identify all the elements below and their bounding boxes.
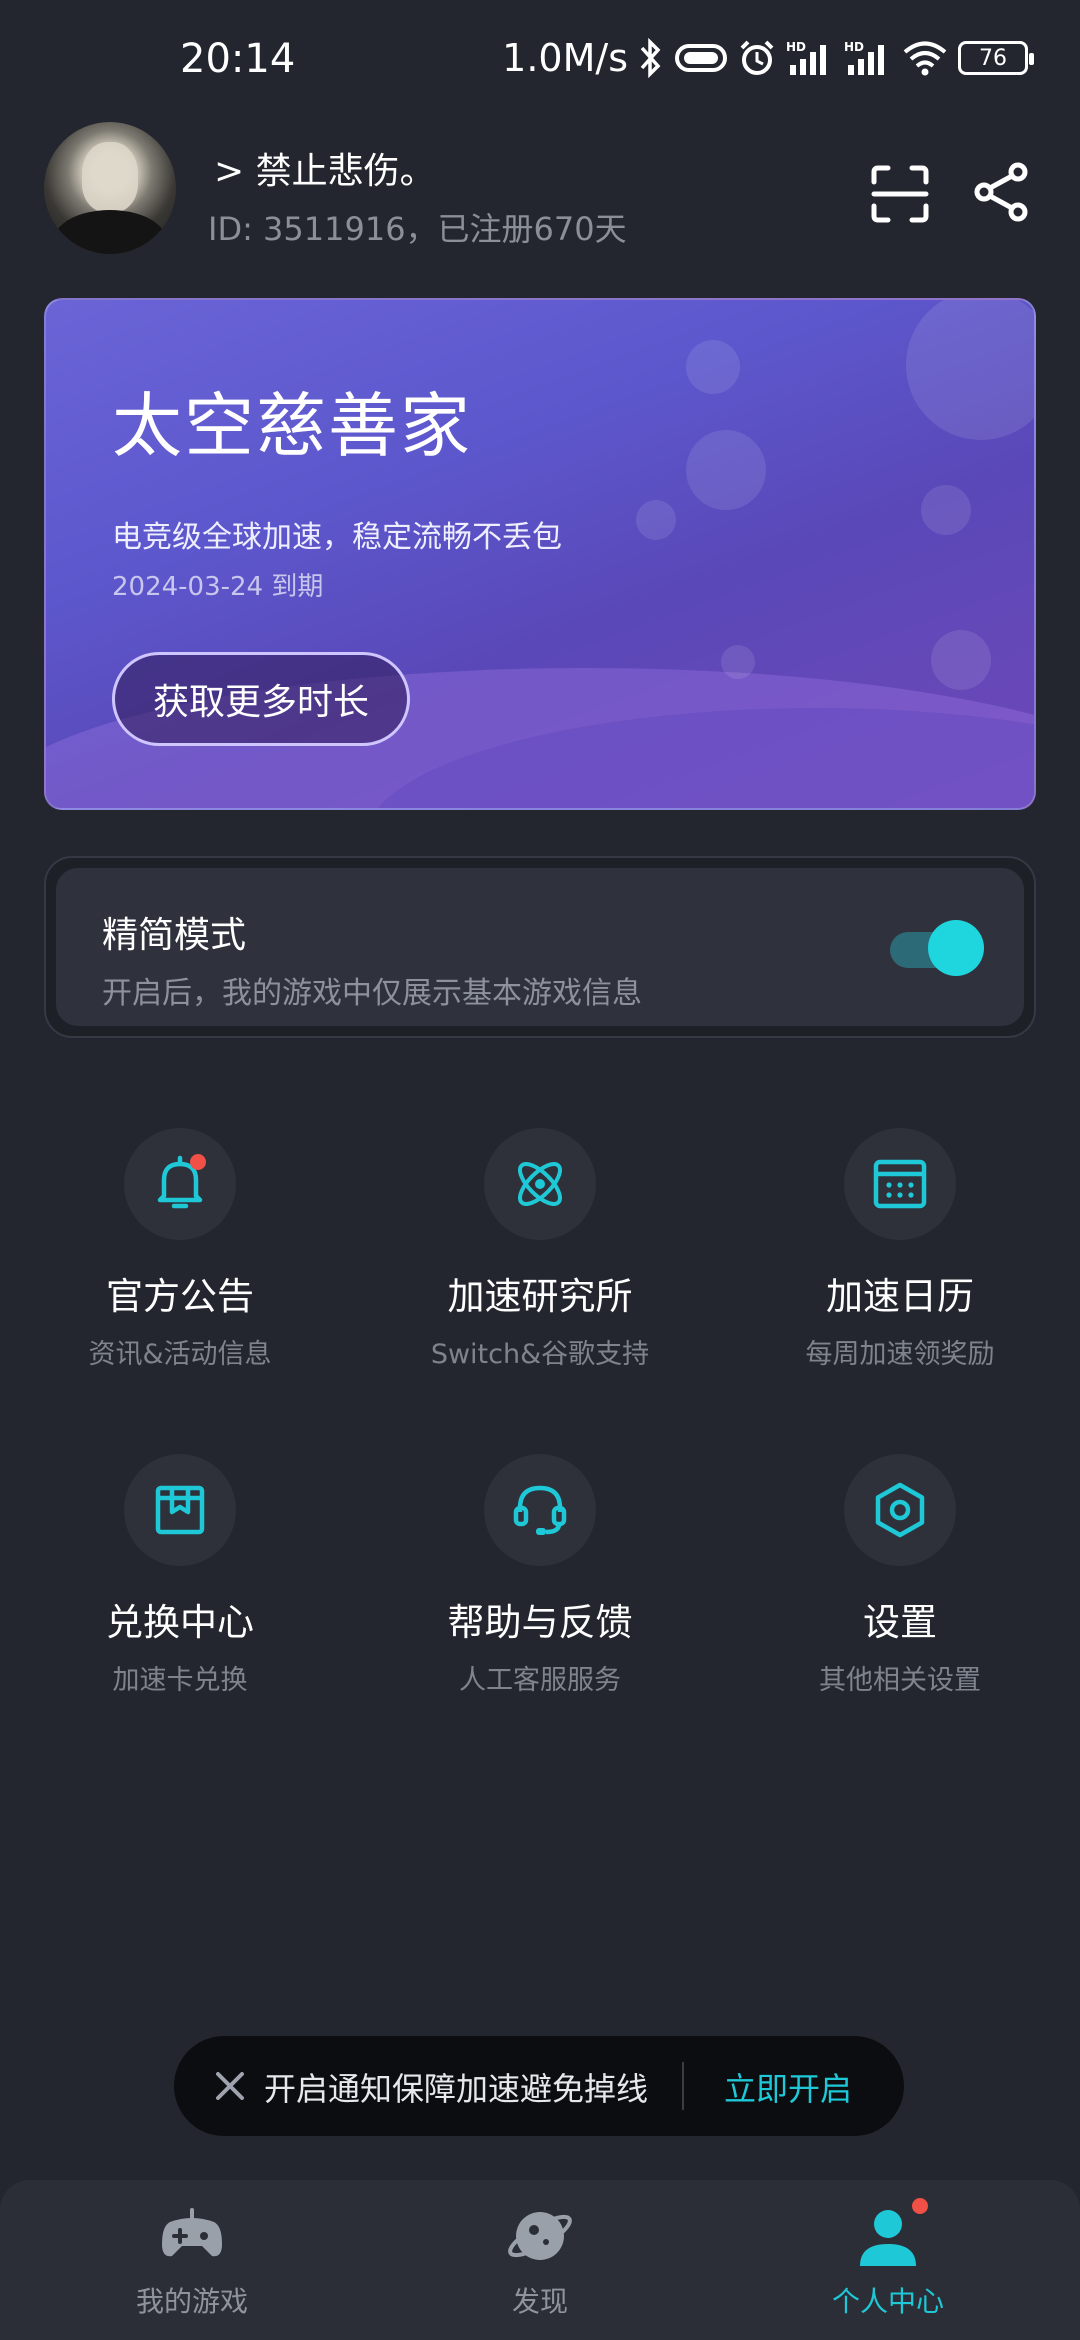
enable-notification-button[interactable]: 立即开启 xyxy=(724,2064,852,2110)
simple-mode-panel: 精简模式 开启后，我的游戏中仅展示基本游戏信息 xyxy=(56,868,1024,1026)
card-bubble-decoration xyxy=(721,645,755,679)
notification-badge xyxy=(912,2198,928,2214)
card-bubble-decoration xyxy=(921,485,971,535)
feature-sub: 加速卡兑换 xyxy=(112,1665,248,1696)
tab-label: 个人中心 xyxy=(831,2285,944,2318)
bell-icon xyxy=(124,1128,236,1240)
feature-sub: 人工客服服务 xyxy=(459,1665,621,1696)
profile-page: 20:14 1.0M/s HD HD 76 > 禁止悲伤。 ID: 351191… xyxy=(0,0,1080,2340)
notification-badge xyxy=(190,1154,206,1170)
feature-redeem[interactable]: 兑换中心 加速卡兑换 xyxy=(0,1454,360,1697)
card-bubble-decoration xyxy=(636,500,676,540)
feature-label: 兑换中心 xyxy=(106,1601,254,1644)
profile-header: > 禁止悲伤。 ID: 3511916，已注册670天 xyxy=(44,122,1040,258)
tab-discover[interactable]: 发现 xyxy=(360,2200,720,2320)
feature-label: 加速日历 xyxy=(826,1275,974,1318)
card-bubble-decoration xyxy=(686,430,766,510)
tab-my-games[interactable]: 我的游戏 xyxy=(12,2200,372,2320)
tab-profile[interactable]: 个人中心 xyxy=(708,2198,1068,2320)
headset-icon xyxy=(484,1454,596,1566)
toggle-knob xyxy=(928,920,984,976)
bottom-tab-bar: 我的游戏 发现 个人中心 xyxy=(0,2180,1080,2340)
user-id-line: ID: 3511916，已注册670天 xyxy=(208,210,627,248)
hexagon-gear-icon xyxy=(844,1454,956,1566)
feature-label: 加速研究所 xyxy=(447,1275,633,1318)
network-speed: 1.0M/s xyxy=(502,36,628,80)
planet-icon xyxy=(504,2200,576,2272)
signal-hd-icon: HD xyxy=(786,39,834,77)
alarm-icon xyxy=(738,39,776,77)
bluetooth-icon xyxy=(638,38,664,78)
feature-sub: 每周加速领奖励 xyxy=(805,1339,995,1370)
feature-announcements[interactable]: 官方公告 资讯&活动信息 xyxy=(0,1128,360,1371)
share-button[interactable] xyxy=(974,162,1030,222)
battery-level: 76 xyxy=(979,45,1007,71)
svg-text:HD: HD xyxy=(844,40,864,54)
feature-lab[interactable]: 加速研究所 Switch&谷歌支持 xyxy=(360,1128,720,1371)
card-bubble-decoration xyxy=(686,340,740,394)
atom-icon xyxy=(484,1128,596,1240)
feature-label: 设置 xyxy=(863,1601,937,1644)
feature-label: 官方公告 xyxy=(106,1275,254,1318)
feature-settings[interactable]: 设置 其他相关设置 xyxy=(720,1454,1080,1697)
status-icons: 1.0M/s HD HD 76 xyxy=(502,36,1034,80)
calendar-icon xyxy=(844,1128,956,1240)
card-bubble-decoration xyxy=(931,630,991,690)
feature-help[interactable]: 帮助与反馈 人工客服服务 xyxy=(360,1454,720,1697)
feature-calendar[interactable]: 加速日历 每周加速领奖励 xyxy=(720,1128,1080,1371)
simple-mode-title: 精简模式 xyxy=(102,915,247,956)
vip-plan-title: 太空慈善家 xyxy=(112,385,472,467)
tab-label: 发现 xyxy=(511,2285,568,2318)
toast-divider xyxy=(682,2062,684,2110)
avatar[interactable] xyxy=(44,122,176,254)
gamepad-icon xyxy=(156,2200,228,2272)
get-more-time-button[interactable]: 获取更多时长 xyxy=(112,652,410,746)
pill-icon xyxy=(674,41,728,75)
feature-sub: Switch&谷歌支持 xyxy=(430,1339,650,1370)
feature-sub: 资讯&活动信息 xyxy=(88,1339,272,1370)
vip-expire-date: 2024-03-24 到期 xyxy=(112,572,324,602)
vip-membership-card[interactable]: 太空慈善家 电竞级全球加速，稳定流畅不丢包 2024-03-24 到期 获取更多… xyxy=(44,298,1036,810)
signal-hd-icon: HD xyxy=(844,39,892,77)
toast-message: 开启通知保障加速避免掉线 xyxy=(264,2070,649,2108)
status-bar: 20:14 1.0M/s HD HD 76 xyxy=(0,0,1080,120)
wifi-icon xyxy=(902,39,948,77)
close-icon[interactable] xyxy=(212,2068,248,2104)
tab-label: 我的游戏 xyxy=(135,2285,248,2318)
status-time: 20:14 xyxy=(180,36,296,82)
share-icon xyxy=(974,162,1028,222)
scan-icon xyxy=(871,165,929,223)
notification-toast: 开启通知保障加速避免掉线 立即开启 xyxy=(174,2036,904,2136)
gift-box-icon xyxy=(124,1454,236,1566)
feature-label: 帮助与反馈 xyxy=(447,1601,633,1644)
feature-sub: 其他相关设置 xyxy=(819,1665,981,1696)
scan-button[interactable] xyxy=(870,164,930,224)
svg-text:HD: HD xyxy=(786,40,806,54)
nickname[interactable]: > 禁止悲伤。 xyxy=(214,142,436,194)
battery-icon: 76 xyxy=(958,41,1034,75)
simple-mode-toggle[interactable] xyxy=(890,920,984,976)
simple-mode-description: 开启后，我的游戏中仅展示基本游戏信息 xyxy=(102,976,642,1011)
card-bubble-decoration xyxy=(906,300,1034,440)
simple-mode-card: 精简模式 开启后，我的游戏中仅展示基本游戏信息 xyxy=(44,856,1036,1038)
vip-plan-subtitle: 电竞级全球加速，稳定流畅不丢包 xyxy=(112,520,562,555)
person-icon xyxy=(852,2198,928,2272)
